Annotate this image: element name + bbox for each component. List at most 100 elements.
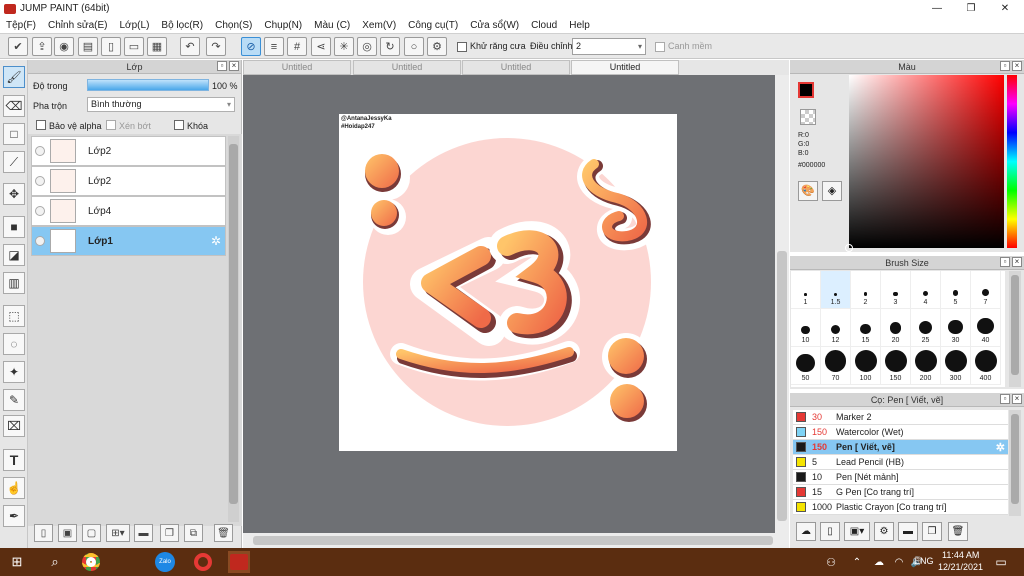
folder-icon[interactable]: ▬	[134, 524, 153, 542]
tab-untitled-4[interactable]: Untitled	[571, 60, 679, 75]
panel-close-icon[interactable]: ×	[1012, 257, 1022, 267]
adjust-select[interactable]: 2 ▾	[572, 38, 646, 55]
brush-size-cell[interactable]: 300	[941, 347, 971, 385]
chrome-icon[interactable]	[80, 551, 102, 573]
panel-pin-icon[interactable]: ▫	[1000, 257, 1010, 267]
blend-mode-select[interactable]: Bình thường ▾	[87, 97, 235, 112]
brush-size-cell[interactable]: 70	[821, 347, 851, 385]
circle-icon[interactable]: ○	[404, 37, 424, 56]
select-pen-tool-icon[interactable]: ✎	[3, 389, 25, 411]
curve-icon[interactable]: ↻	[380, 37, 400, 56]
new-layer-icon[interactable]: ▯	[34, 524, 53, 542]
brush-scrollbar-thumb[interactable]	[1011, 275, 1019, 375]
duplicate-layer-icon[interactable]: ❐	[160, 524, 179, 542]
panel-close-icon[interactable]: ×	[229, 61, 239, 71]
saturation-value-picker[interactable]	[845, 75, 1004, 252]
layer-row-selected[interactable]: Lớp1 ✲	[31, 226, 226, 256]
pen-scrollbar-thumb[interactable]	[1011, 414, 1019, 504]
document-canvas[interactable]: @AntanaJessyKa #Hoidap247	[339, 114, 677, 451]
move-tool-icon[interactable]: ✥	[3, 183, 25, 205]
layer-scrollbar[interactable]	[228, 136, 239, 522]
vertical-scrollbar-thumb[interactable]	[777, 251, 787, 521]
menu-filter[interactable]: Bộ lọc(R)	[161, 20, 203, 31]
visibility-icon[interactable]	[35, 176, 45, 186]
menu-tools[interactable]: Công cụ(T)	[408, 20, 458, 31]
canvas-horizontal-scrollbar[interactable]	[243, 533, 789, 548]
panel-pin-icon[interactable]: ▫	[1000, 394, 1010, 404]
protect-alpha-checkbox[interactable]	[36, 120, 46, 130]
smooth-checkbox[interactable]	[655, 42, 665, 52]
brush-size-cell[interactable]: 150	[881, 347, 911, 385]
menu-help[interactable]: Help	[569, 20, 590, 31]
select-eraser-tool-icon[interactable]: ⌧	[3, 415, 25, 437]
duplicate-brush-icon[interactable]: ❐	[922, 522, 942, 541]
eyedropper-tool-icon[interactable]: ✒	[3, 505, 25, 527]
clip-checkbox[interactable]	[106, 120, 116, 130]
line-tool-icon[interactable]: ⟋	[3, 151, 25, 173]
select-rect-tool-icon[interactable]: ⬚	[3, 305, 25, 327]
brush-item[interactable]: 15 G Pen [Co trang trí]	[793, 485, 1008, 500]
horizontal-scrollbar-thumb[interactable]	[253, 536, 773, 545]
opera-icon[interactable]	[192, 551, 214, 573]
magic-wand-tool-icon[interactable]: ✦	[3, 361, 25, 383]
zalo-icon[interactable]: Zalo	[154, 551, 176, 573]
rectangle-select-tool-icon[interactable]: □	[3, 123, 25, 145]
foreground-color-swatch[interactable]	[798, 82, 814, 98]
undo-icon[interactable]: ↶	[180, 37, 200, 56]
brush-size-cell[interactable]: 30	[941, 309, 971, 347]
panel-close-icon[interactable]: ×	[1012, 394, 1022, 404]
layer-scrollbar-thumb[interactable]	[229, 144, 238, 504]
brush-size-cell[interactable]: 100	[851, 347, 881, 385]
tab-untitled-2[interactable]: Untitled	[353, 60, 461, 75]
new-1bit-layer-icon[interactable]: ▢	[82, 524, 101, 542]
bucket-tool-icon[interactable]: ◪	[3, 244, 25, 266]
transparent-color-swatch[interactable]	[800, 109, 816, 125]
menu-edit[interactable]: Chỉnh sửa(E)	[48, 20, 108, 31]
parallel-lines-icon[interactable]: ≡	[264, 37, 284, 56]
jump-paint-taskbar-icon[interactable]	[228, 551, 250, 573]
tab-untitled-1[interactable]: Untitled	[243, 60, 351, 75]
grid-icon[interactable]: #	[287, 37, 307, 56]
document-icon[interactable]: ▭	[124, 37, 144, 56]
visibility-icon[interactable]	[35, 146, 45, 156]
eraser-tool-icon[interactable]: ⌫	[3, 95, 25, 117]
comment-icon[interactable]: ◉	[54, 37, 74, 56]
menu-color[interactable]: Màu (C)	[314, 20, 350, 31]
menu-view[interactable]: Xem(V)	[362, 20, 396, 31]
brush-size-cell[interactable]: 1.5	[821, 271, 851, 309]
no-snap-icon[interactable]: ⊘	[241, 37, 261, 56]
menu-select[interactable]: Chọn(S)	[215, 20, 252, 31]
brush-size-cell[interactable]: 5	[941, 271, 971, 309]
operation-tool-icon[interactable]: ☝	[3, 477, 25, 499]
chevron-up-icon[interactable]: ⌃	[846, 551, 868, 573]
concentric-icon[interactable]: ◎	[357, 37, 377, 56]
minimize-button[interactable]: —	[920, 0, 954, 17]
brush-size-cell[interactable]: 3	[881, 271, 911, 309]
fill-rect-tool-icon[interactable]: ■	[3, 216, 25, 238]
brush-size-cell[interactable]: 15	[851, 309, 881, 347]
palette-icon[interactable]: 🎨	[798, 181, 818, 201]
brush-folder-icon[interactable]: ▬	[898, 522, 918, 541]
delete-brush-icon[interactable]: 🗑	[948, 522, 968, 541]
brush-size-cell[interactable]: 7	[971, 271, 1001, 309]
brush-scrollbar[interactable]	[1009, 271, 1021, 387]
menu-window[interactable]: Cửa sổ(W)	[470, 20, 519, 31]
palette-settings-icon[interactable]: ◈	[822, 181, 842, 201]
new-brush-icon[interactable]: ▯	[820, 522, 840, 541]
clock-date[interactable]: 12/21/2021	[938, 562, 983, 572]
brush-size-cell[interactable]: 10	[791, 309, 821, 347]
panel-close-icon[interactable]: ×	[1012, 61, 1022, 71]
settings-icon[interactable]: ⚙	[427, 37, 447, 56]
lasso-tool-icon[interactable]: ◌	[3, 333, 25, 355]
perspective-icon[interactable]: ⋖	[311, 37, 331, 56]
brush-size-cell[interactable]: 4	[911, 271, 941, 309]
brush-tool-icon[interactable]: 🖌	[3, 66, 25, 88]
layer-row[interactable]: Lớp2	[31, 136, 226, 166]
menu-layer[interactable]: Lớp(L)	[120, 20, 150, 31]
menu-cloud[interactable]: Cloud	[531, 20, 557, 31]
delete-layer-icon[interactable]: 🗑	[214, 524, 233, 542]
text-tool-icon[interactable]: T	[3, 449, 25, 471]
layer-row[interactable]: Lớp2	[31, 166, 226, 196]
brush-item[interactable]: 1000 Plastic Crayon [Co trang trí]	[793, 500, 1008, 515]
opacity-slider[interactable]	[87, 79, 209, 91]
